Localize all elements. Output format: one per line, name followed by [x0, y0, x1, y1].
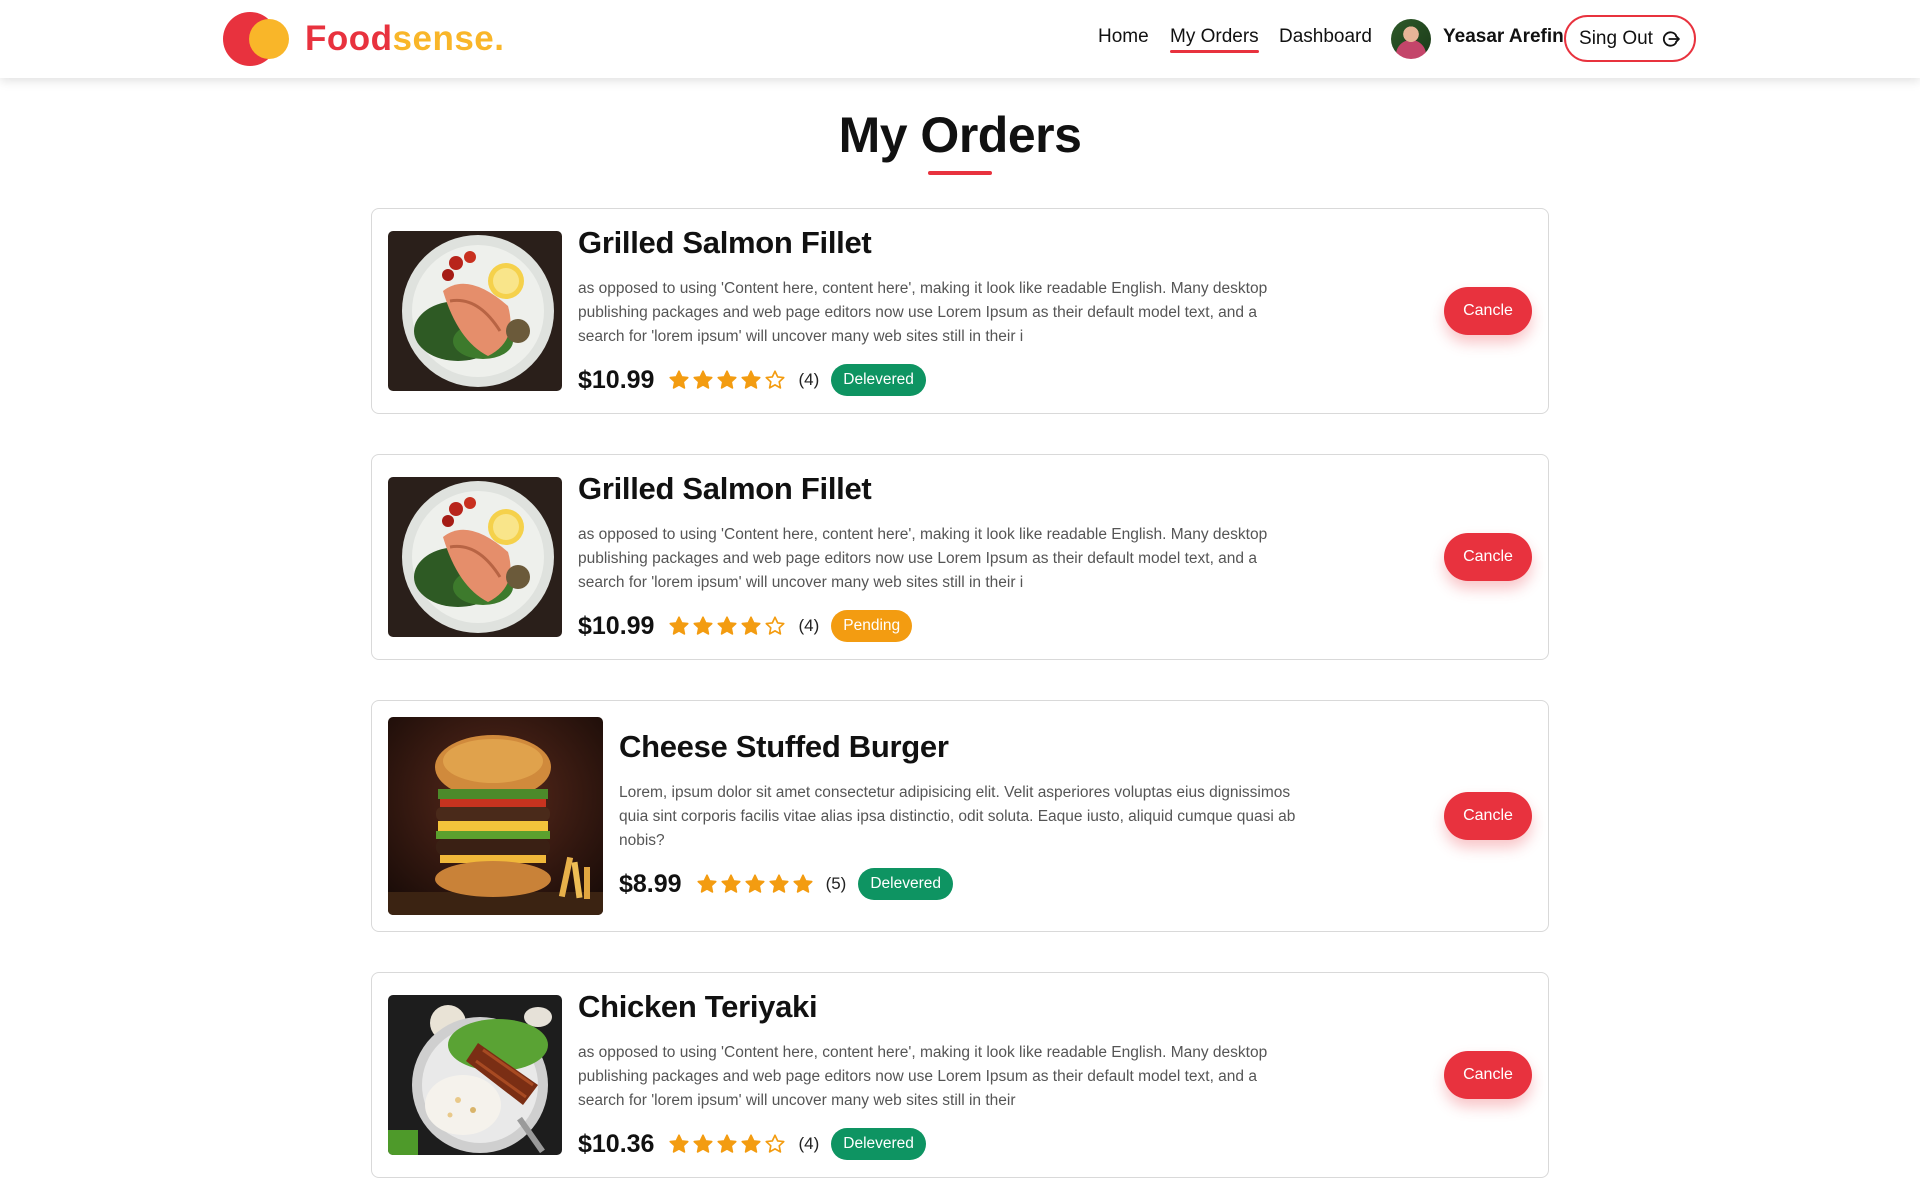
star-filled-icon: [717, 370, 738, 389]
star-filled-icon: [693, 370, 714, 389]
star-filled-icon: [669, 616, 690, 635]
rating-stars: [668, 369, 786, 391]
order-card: Grilled Salmon Fillet as opposed to usin…: [371, 208, 1549, 414]
star-filled-icon: [741, 1134, 762, 1153]
nav-dashboard-link[interactable]: Dashboard: [1279, 26, 1372, 48]
order-title: Grilled Salmon Fillet: [578, 471, 872, 506]
star-filled-icon: [721, 874, 741, 893]
chicken-teriyaki-image: [388, 995, 562, 1155]
page-title: My Orders: [838, 107, 1082, 163]
rating-stars: [668, 1133, 786, 1155]
title-underline: [928, 171, 992, 175]
order-meta: $10.99 (4) Delevered: [578, 364, 926, 396]
star-filled-icon: [717, 616, 738, 635]
star-outline-icon: [765, 616, 786, 635]
order-meta: $8.99 (5) Delevered: [619, 868, 953, 900]
cancel-order-button[interactable]: Cancle: [1444, 792, 1532, 840]
star-outline-icon: [765, 1134, 786, 1153]
order-description: as opposed to using 'Content here, conte…: [578, 1044, 1268, 1109]
cancel-order-button[interactable]: Cancle: [1444, 533, 1532, 581]
order-card: Chicken Teriyaki as opposed to using 'Co…: [371, 972, 1549, 1178]
order-description: as opposed to using 'Content here, conte…: [578, 280, 1268, 345]
grilled-salmon-image: [388, 477, 562, 637]
order-title: Grilled Salmon Fillet: [578, 225, 872, 260]
star-filled-icon: [741, 370, 762, 389]
brand-name: Foodsense.: [305, 19, 505, 58]
order-meta: $10.36 (4) Delevered: [578, 1128, 926, 1160]
top-navbar: Foodsense. Home My Orders Dashboard Yeas…: [0, 0, 1920, 78]
order-title: Cheese Stuffed Burger: [619, 729, 949, 764]
user-name: Yeasar Arefin: [1443, 26, 1564, 47]
star-filled-icon: [717, 1134, 738, 1153]
rating-stars: [696, 873, 814, 895]
star-filled-icon: [669, 1134, 690, 1153]
order-price: $8.99: [619, 869, 682, 898]
order-description: as opposed to using 'Content here, conte…: [578, 526, 1268, 591]
cancel-order-button[interactable]: Cancle: [1444, 1051, 1532, 1099]
star-filled-icon: [693, 616, 714, 635]
order-card: Cheese Stuffed Burger Lorem, ipsum dolor…: [371, 700, 1549, 932]
sign-out-button[interactable]: Sing Out: [1564, 15, 1696, 62]
rating-count: (4): [798, 1134, 820, 1153]
status-badge: Pending: [831, 610, 913, 642]
grilled-salmon-image: [388, 231, 562, 391]
star-filled-icon: [793, 874, 813, 893]
order-price: $10.99: [578, 365, 655, 394]
logout-icon: [1662, 30, 1680, 47]
order-card: Grilled Salmon Fillet as opposed to usin…: [371, 454, 1549, 660]
status-badge: Delevered: [831, 1128, 926, 1160]
rating-stars: [668, 615, 786, 637]
sign-out-label: Sing Out: [1579, 27, 1653, 49]
star-outline-icon: [765, 370, 786, 389]
star-filled-icon: [693, 1134, 714, 1153]
nav-home-link[interactable]: Home: [1098, 26, 1149, 48]
nav-my-orders-link[interactable]: My Orders: [1170, 26, 1259, 53]
star-filled-icon: [741, 616, 762, 635]
burger-image: [388, 717, 603, 915]
order-price: $10.36: [578, 1129, 655, 1158]
order-price: $10.99: [578, 611, 655, 640]
rating-count: (5): [825, 874, 847, 893]
status-badge: Delevered: [831, 364, 926, 396]
user-avatar[interactable]: [1391, 19, 1431, 59]
rating-count: (4): [798, 616, 820, 635]
rating-count: (4): [798, 370, 820, 389]
logo-circles-icon: [223, 11, 293, 67]
star-filled-icon: [745, 874, 765, 893]
star-filled-icon: [697, 874, 717, 893]
order-meta: $10.99 (4) Pending: [578, 610, 913, 642]
star-filled-icon: [769, 874, 789, 893]
order-description: Lorem, ipsum dolor sit amet consectetur …: [619, 784, 1296, 849]
order-title: Chicken Teriyaki: [578, 989, 818, 1024]
star-filled-icon: [669, 370, 690, 389]
cancel-order-button[interactable]: Cancle: [1444, 287, 1532, 335]
brand-logo[interactable]: Foodsense.: [223, 11, 505, 67]
status-badge: Delevered: [858, 868, 953, 900]
